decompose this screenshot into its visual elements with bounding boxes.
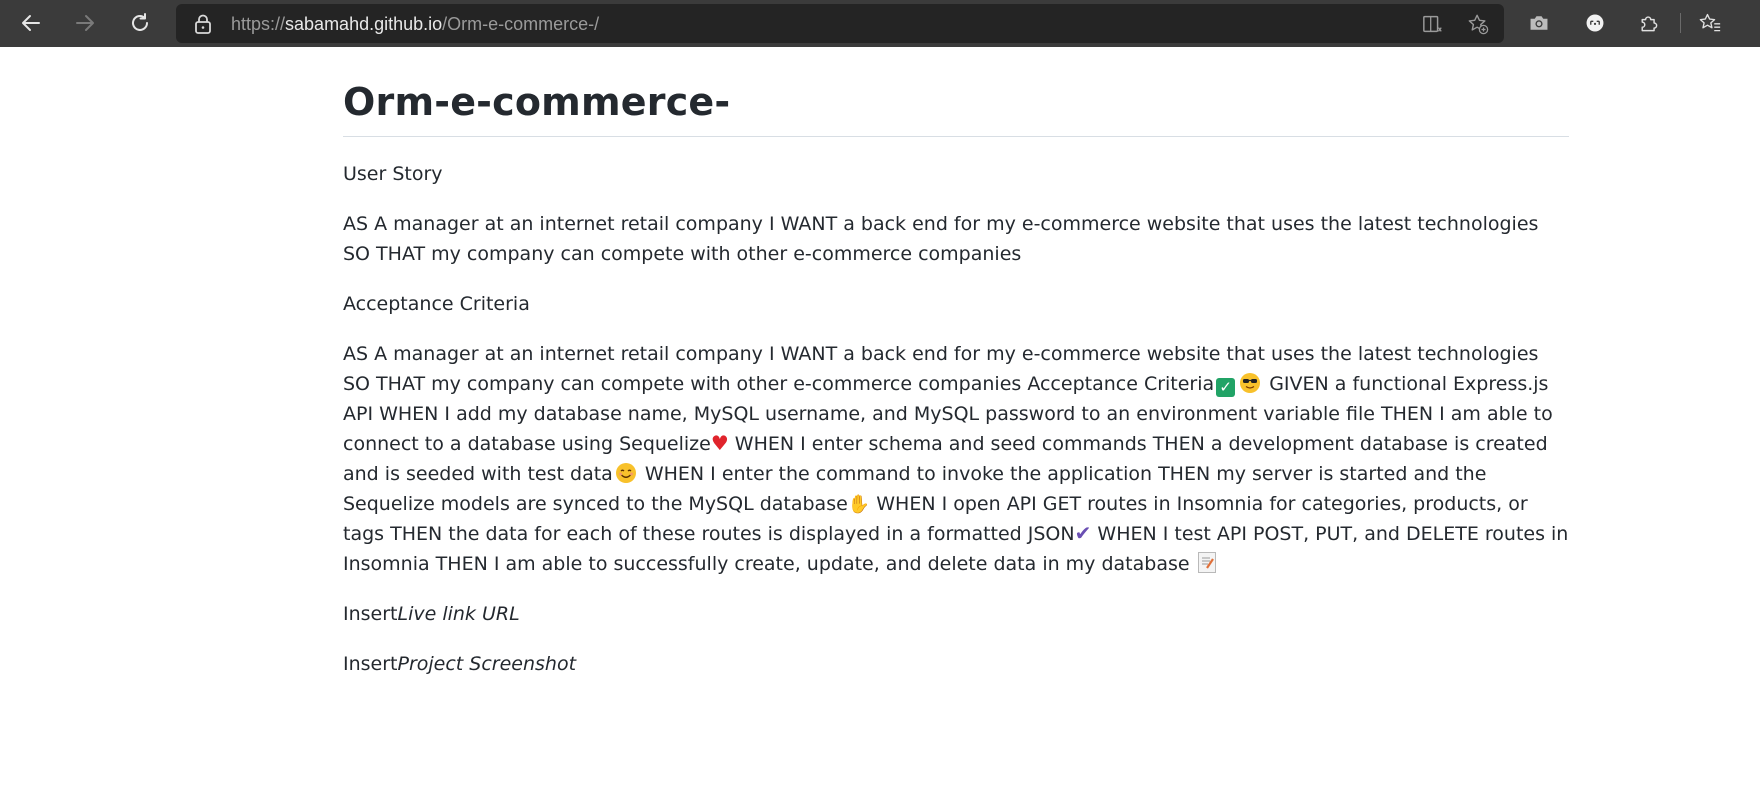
lock-icon[interactable]	[194, 14, 212, 34]
back-button[interactable]	[13, 6, 49, 40]
page-title: Orm-e-commerce-	[343, 80, 1569, 137]
camera-icon	[1530, 16, 1548, 30]
favorites-icon	[1699, 13, 1721, 32]
favorites-button[interactable]	[1697, 10, 1723, 36]
refresh-icon	[132, 13, 148, 31]
profile-icon	[1586, 14, 1604, 32]
forward-arrow-icon	[76, 15, 94, 31]
screenshot-line: InsertProject Screenshot	[343, 649, 1569, 679]
live-link-line: InsertLive link URL	[343, 599, 1569, 629]
back-arrow-icon	[22, 15, 40, 31]
url-prefix: https://	[231, 14, 286, 34]
smiling-face-emoji-icon	[615, 463, 636, 483]
profile-button[interactable]	[1582, 10, 1608, 36]
memo-emoji-icon	[1197, 552, 1216, 573]
forward-button[interactable]	[67, 6, 103, 40]
add-favorite-icon	[1468, 14, 1489, 35]
browser-toolbar: https://sabamahd.github.io/Orm-e-commerc…	[0, 0, 1760, 47]
live-link-prefix: Insert	[343, 603, 398, 625]
user-story-heading: User Story	[343, 163, 443, 185]
refresh-button[interactable]	[122, 6, 158, 40]
url-path: /Orm-e-commerce-/	[442, 14, 600, 34]
address-bar[interactable]: https://sabamahd.github.io/Orm-e-commerc…	[176, 4, 1504, 43]
live-link-url: Live link URL	[397, 603, 520, 625]
url-text[interactable]: https://sabamahd.github.io/Orm-e-commerc…	[231, 14, 599, 34]
heart-emoji-icon: ♥	[710, 431, 729, 455]
screenshot-button[interactable]	[1526, 10, 1552, 36]
screenshot-prefix: Insert	[343, 653, 398, 675]
url-host: sabamahd.github.io	[285, 14, 443, 34]
toolbar-separator	[1680, 13, 1681, 33]
reader-mode-icon	[1423, 15, 1442, 33]
acceptance-criteria-text: AS A manager at an internet retail compa…	[343, 339, 1569, 579]
acceptance-heading: Acceptance Criteria	[343, 293, 530, 315]
readme-content: Orm-e-commerce- User Story AS A manager …	[343, 80, 1569, 679]
extensions-icon	[1641, 16, 1658, 32]
raising-hands-emoji-icon: ✋	[847, 494, 871, 515]
extensions-button[interactable]	[1636, 10, 1662, 36]
user-story-text: AS A manager at an internet retail compa…	[343, 213, 1539, 265]
check-mark-emoji-icon: ✓	[1216, 378, 1236, 397]
project-screenshot: Project Screenshot	[397, 653, 577, 675]
sunglasses-emoji-icon	[1240, 373, 1261, 393]
check-mark-purple-emoji-icon: ✔	[1074, 521, 1092, 545]
add-favorite-button[interactable]	[1466, 12, 1490, 36]
reader-mode-button[interactable]	[1421, 12, 1445, 36]
